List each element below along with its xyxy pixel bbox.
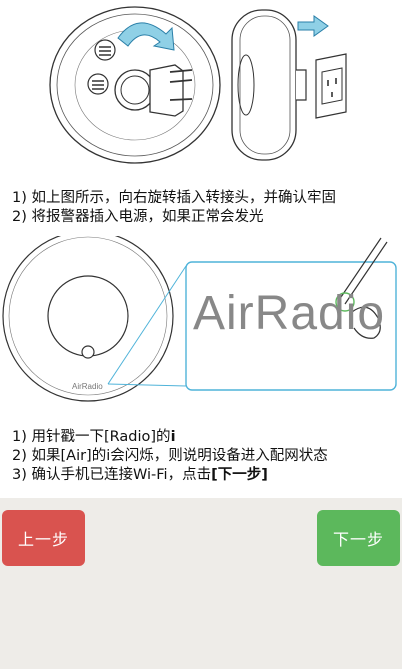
instruction-panel: 1) 如上图所示，向右旋转插入转接头，并确认牢固 2) 将报警器插入电源，如果正… bbox=[0, 0, 402, 498]
step1-line-1: 1) 如上图所示，向右旋转插入转接头，并确认牢固 bbox=[12, 190, 336, 206]
step1-instructions: 1) 如上图所示，向右旋转插入转接头，并确认牢固 2) 将报警器插入电源，如果正… bbox=[12, 189, 336, 227]
adapter-install-illustration bbox=[49, 6, 347, 164]
next-button[interactable]: 下一步 bbox=[317, 510, 400, 566]
step2-line-1: 1) 用针戳一下[Radio]的i bbox=[12, 429, 176, 445]
device-label-large: AirRadio bbox=[193, 287, 386, 340]
step1-line-2: 2) 将报警器插入电源，如果正常会发光 bbox=[12, 209, 264, 225]
step2-instructions: 1) 用针戳一下[Radio]的i 2) 如果[Air]的i会闪烁，则说明设备进… bbox=[12, 428, 328, 485]
device-label-small: AirRadio bbox=[72, 382, 103, 391]
wall-socket-icon bbox=[315, 53, 347, 119]
move-right-arrow-icon bbox=[297, 15, 329, 37]
prev-button[interactable]: 上一步 bbox=[2, 510, 85, 566]
step2-line-2: 2) 如果[Air]的i会闪烁，则说明设备进入配网状态 bbox=[12, 448, 328, 464]
step2-line-3: 3) 确认手机已连接Wi-Fi，点击[下一步] bbox=[12, 467, 268, 483]
